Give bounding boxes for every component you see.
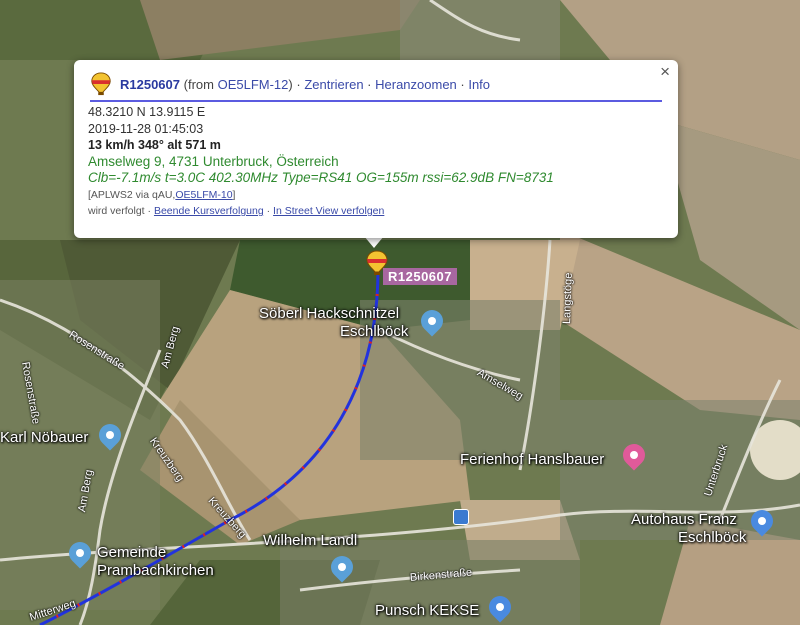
packet-path: [APLWS2 via qAU,OE5LFM-10]: [88, 188, 236, 201]
place-label[interactable]: Eschlböck: [678, 529, 746, 546]
place-label[interactable]: Söberl Hackschnitzel: [259, 305, 399, 322]
place-label[interactable]: Prambachkirchen: [97, 562, 214, 579]
info-link[interactable]: Info: [468, 77, 490, 92]
speed-course-altitude: 13 km/h 348° alt 571 m: [88, 138, 221, 152]
coordinates: 48.3210 N 13.9115 E: [88, 105, 206, 119]
tracking-status: wird verfolgt: [88, 205, 145, 217]
place-label[interactable]: Punsch KEKSE: [375, 602, 479, 619]
address: Amselweg 9, 4731 Unterbruck, Österreich: [88, 153, 339, 169]
stop-tracking-link[interactable]: Beende Kursverfolgung: [154, 205, 264, 217]
hot-air-balloon-icon: [91, 72, 111, 96]
streetview-link[interactable]: In Street View verfolgen: [273, 205, 384, 217]
bus-stop-icon[interactable]: [453, 509, 469, 525]
timestamp: 2019-11-28 01:45:03: [88, 121, 204, 136]
tracking-row: wird verfolgt · Beende Kursverfolgung · …: [88, 205, 385, 217]
place-label[interactable]: Gemeinde: [97, 544, 166, 561]
street-label: Langstöge: [561, 272, 575, 325]
balloon-label[interactable]: R1250607: [383, 268, 457, 285]
place-label[interactable]: Ferienhof Hanslbauer: [460, 451, 604, 468]
place-label[interactable]: Wilhelm Landl: [263, 532, 357, 549]
station-id-link[interactable]: R1250607: [120, 77, 180, 92]
from-call-link[interactable]: OE5LFM-12: [218, 77, 289, 92]
info-window: × R1250607 (from OE5LFM-12) · Zentrieren…: [74, 60, 678, 238]
from-prefix: (from: [183, 77, 214, 92]
separator: ·: [456, 77, 469, 92]
path-call-link[interactable]: OE5LFM-10: [175, 189, 232, 201]
zoom-in-link[interactable]: Heranzoomen: [375, 77, 457, 92]
popup-body: 48.3210 N 13.9115 E 2019-11-28 01:45:03 …: [88, 104, 554, 220]
separator: ·: [363, 77, 376, 92]
separator: ·: [292, 77, 305, 92]
telemetry-comment: Clb=-7.1m/s t=3.0C 402.30MHz Type=RS41 O…: [88, 170, 554, 185]
place-label[interactable]: Karl Nöbauer: [0, 429, 88, 446]
popup-header: R1250607 (from OE5LFM-12) · Zentrieren ·…: [90, 72, 662, 102]
place-label[interactable]: Eschlböck: [340, 323, 408, 340]
place-label[interactable]: Autohaus Franz: [631, 511, 737, 528]
center-link[interactable]: Zentrieren: [304, 77, 363, 92]
